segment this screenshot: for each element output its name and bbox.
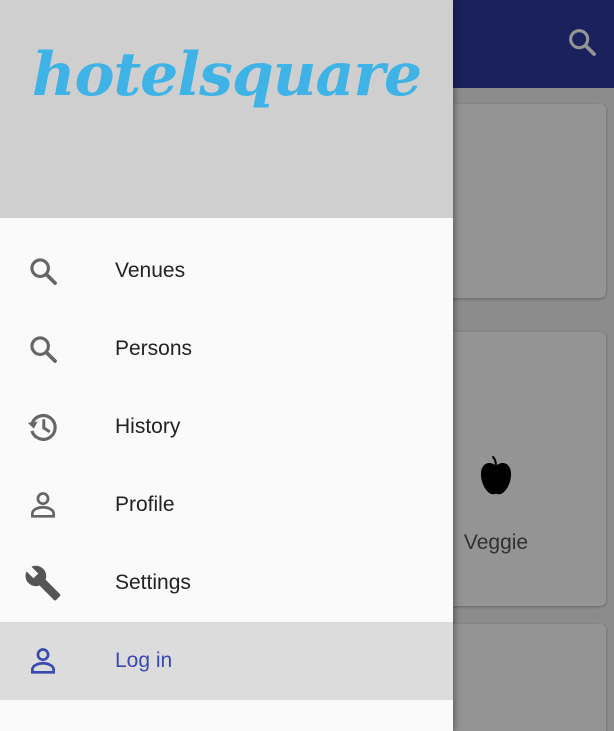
app-logo: hotelsquare: [31, 40, 422, 110]
menu-item-venues[interactable]: Venues: [0, 232, 453, 310]
search-icon: [22, 328, 64, 370]
menu-label: Profile: [115, 493, 175, 516]
menu-item-settings[interactable]: Settings: [0, 544, 453, 622]
menu-item-history[interactable]: History: [0, 388, 453, 466]
menu-label: Settings: [115, 571, 191, 594]
menu-label: Log in: [115, 649, 173, 672]
drawer-menu: Venues Persons History Profile Settings …: [0, 232, 453, 700]
menu-item-log-in[interactable]: Log in: [0, 622, 453, 700]
wrench-icon: [22, 562, 64, 604]
history-icon: [22, 406, 64, 448]
drawer-header: hotelsquare: [0, 0, 453, 218]
menu-item-profile[interactable]: Profile: [0, 466, 453, 544]
person-icon: [22, 640, 64, 682]
person-icon: [22, 484, 64, 526]
search-icon: [22, 250, 64, 292]
menu-label: Venues: [115, 259, 186, 282]
menu-label: History: [115, 415, 181, 438]
navigation-drawer: hotelsquare Venues Persons History Profi…: [0, 0, 453, 731]
menu-label: Persons: [115, 337, 193, 360]
menu-item-persons[interactable]: Persons: [0, 310, 453, 388]
